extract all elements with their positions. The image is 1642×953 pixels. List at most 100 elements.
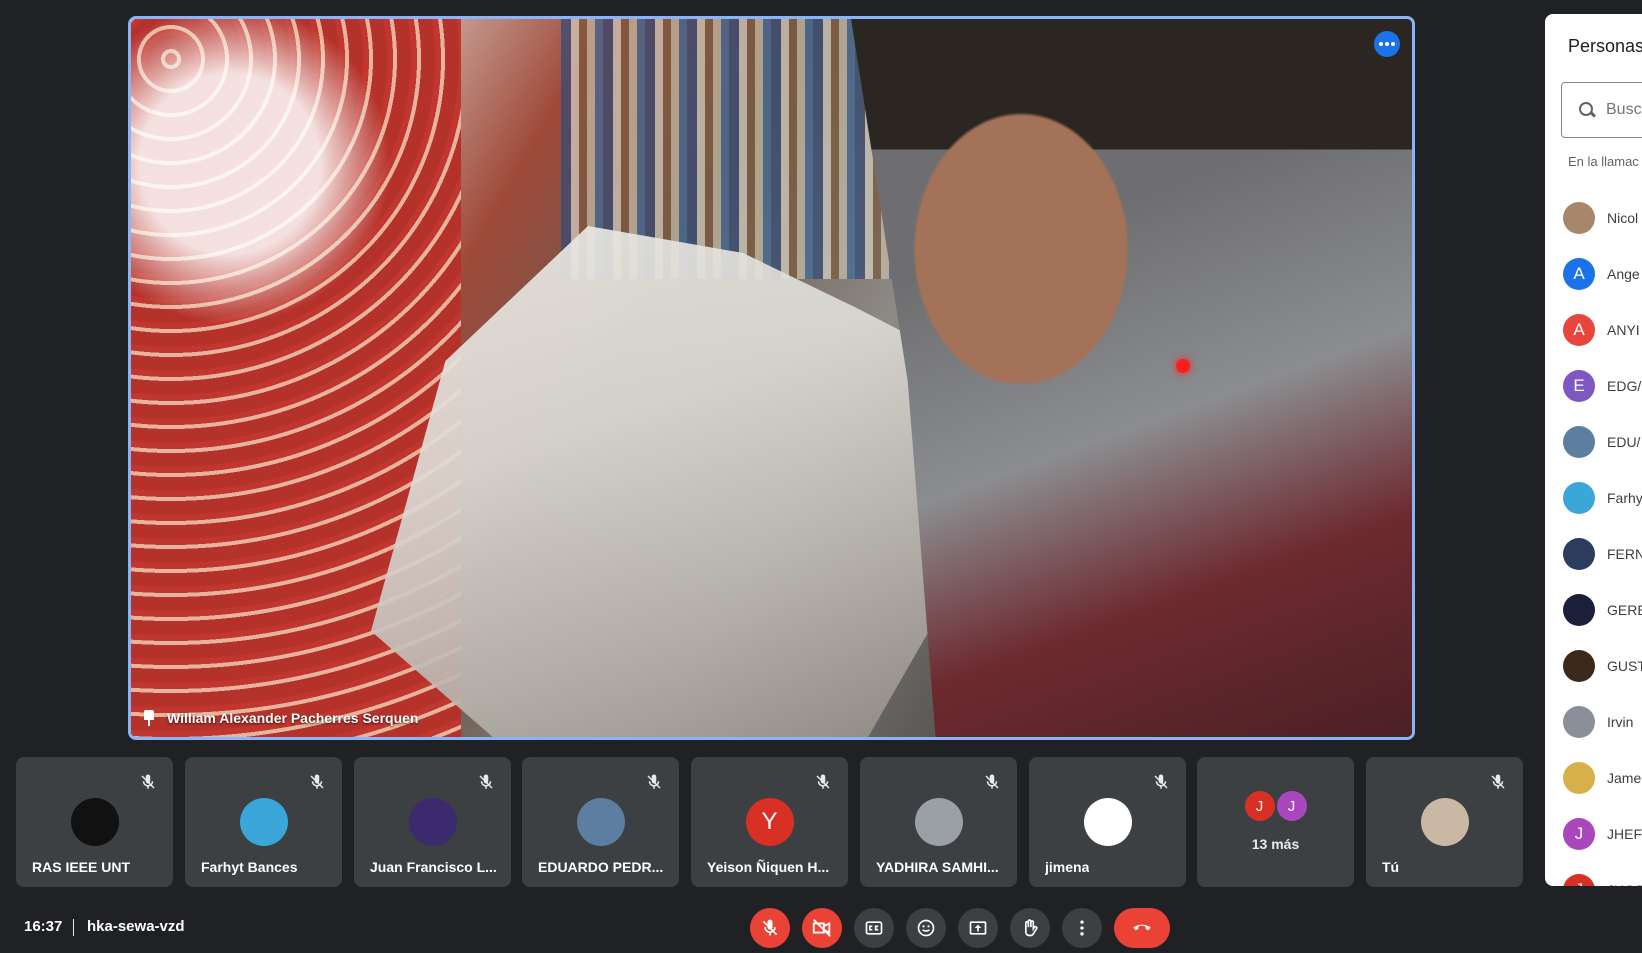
video-frame [131, 19, 1412, 737]
mic-muted-icon [310, 774, 324, 789]
more-vert-icon [1080, 920, 1084, 936]
present-icon [969, 921, 987, 935]
search-icon [1578, 101, 1596, 119]
people-search-box[interactable] [1561, 82, 1642, 138]
mic-off-button[interactable] [750, 908, 790, 948]
people-panel: Personas En la llamac Nicol A Ange A ANYI E ED… [1545, 14, 1642, 886]
people-list-item[interactable]: GUST [1563, 638, 1642, 694]
person-name: JHOS [1607, 882, 1642, 886]
participant-initial-avatar: J [1276, 791, 1307, 821]
person-photo-avatar [1563, 202, 1595, 234]
person-initial-avatar: E [1563, 370, 1595, 402]
people-list-item[interactable]: GERE [1563, 582, 1642, 638]
in-call-section-label: En la llamac [1568, 154, 1639, 169]
person-initial-avatar: A [1563, 314, 1595, 346]
people-list-item[interactable]: Jame [1563, 750, 1642, 806]
bottom-bar: 16:37 hka-sewa-vzd [0, 900, 1642, 953]
person-name: GERE [1607, 602, 1642, 618]
main-speaker-video[interactable]: William Alexander Pacherres Serquen [128, 16, 1415, 740]
participant-tile[interactable]: EDUARDO PEDR... [522, 757, 679, 887]
participant-name: Yeison Ñiquen H... [707, 859, 830, 875]
speaking-indicator-icon [1374, 31, 1400, 57]
people-list-item[interactable]: Farhy [1563, 470, 1642, 526]
participant-tile[interactable]: Y Yeison Ñiquen H... [691, 757, 848, 887]
participant-name: Farhyt Bances [201, 859, 298, 875]
more-participants-tile[interactable]: J J 13 más [1197, 757, 1354, 887]
present-screen-button[interactable] [958, 908, 998, 948]
participant-photo-avatar [1420, 798, 1469, 846]
person-photo-avatar [1563, 594, 1595, 626]
person-initial-avatar: J [1563, 818, 1595, 850]
participant-name: YADHIRA SAMHI... [876, 859, 999, 875]
person-name: FERN [1607, 546, 1642, 562]
camera-off-icon [812, 919, 831, 937]
person-name: EDG/ [1607, 378, 1642, 394]
mic-muted-icon [479, 774, 493, 789]
more-participants-count: 13 más [1251, 836, 1300, 852]
divider [73, 919, 74, 936]
emoji-icon [917, 919, 935, 937]
participant-photo-avatar [576, 798, 625, 846]
person-name: GUST [1607, 658, 1642, 674]
call-controls [750, 908, 1170, 948]
participant-tile[interactable]: Tú [1366, 757, 1523, 887]
person-photo-avatar [1563, 706, 1595, 738]
people-list-item[interactable]: J JHOS [1563, 862, 1642, 886]
captions-button[interactable] [854, 908, 894, 948]
person-name: Irvin [1607, 714, 1634, 730]
people-list-item[interactable]: E EDG/ [1563, 358, 1642, 414]
person-photo-avatar [1563, 538, 1595, 570]
person-photo-avatar [1563, 482, 1595, 514]
person-name: Ange [1607, 266, 1640, 282]
participant-name: jimena [1045, 859, 1090, 875]
person-name: EDU/ [1607, 434, 1641, 450]
participant-tile[interactable]: jimena [1029, 757, 1186, 887]
people-panel-title: Personas [1568, 36, 1642, 56]
people-list-item[interactable]: J JHEF [1563, 806, 1642, 862]
speaker-name: William Alexander Pacherres Serquen [167, 710, 419, 726]
leave-call-button[interactable] [1114, 908, 1170, 948]
mic-muted-icon [1491, 774, 1505, 789]
mic-off-icon [762, 919, 778, 936]
participant-photo-avatar [914, 798, 963, 846]
participant-tile[interactable]: YADHIRA SAMHI... [860, 757, 1017, 887]
people-list-item[interactable]: Nicol [1563, 190, 1642, 246]
participant-tile[interactable]: Juan Francisco L... [354, 757, 511, 887]
person-name: Farhy [1607, 490, 1642, 506]
participant-name: Juan Francisco L... [370, 859, 497, 875]
speaker-name-tag: William Alexander Pacherres Serquen [141, 709, 418, 727]
mic-muted-icon [1154, 774, 1168, 789]
people-list: Nicol A Ange A ANYI E EDG/EDU/Farhy FERN GERE GUS… [1563, 190, 1642, 886]
clock: 16:37 [24, 918, 63, 935]
participant-photo-avatar [1083, 798, 1132, 846]
people-list-item[interactable]: FERN [1563, 526, 1642, 582]
people-list-item[interactable]: Irvin [1563, 694, 1642, 750]
participant-tile[interactable]: RAS IEEE UNT [16, 757, 173, 887]
hand-icon [1025, 919, 1038, 937]
person-photo-avatar [1563, 650, 1595, 682]
reactions-button[interactable] [906, 908, 946, 948]
raise-hand-button[interactable] [1010, 908, 1050, 948]
participant-photo-avatar [70, 798, 119, 846]
participant-name: EDUARDO PEDR... [538, 859, 664, 875]
camera-off-button[interactable] [802, 908, 842, 948]
person-initial-avatar: J [1563, 874, 1595, 886]
participant-name: Tú [1382, 859, 1400, 875]
pin-icon[interactable] [141, 709, 157, 727]
more-options-button[interactable] [1062, 908, 1102, 948]
participant-tile[interactable]: Farhyt Bances [185, 757, 342, 887]
person-photo-avatar [1563, 762, 1595, 794]
person-name: ANYI [1607, 322, 1640, 338]
participant-initial-avatar: Y [745, 798, 794, 846]
people-list-item[interactable]: A Ange [1563, 246, 1642, 302]
people-list-item[interactable]: EDU/ [1563, 414, 1642, 470]
participant-photo-avatar [239, 798, 288, 846]
person-name: JHEF [1607, 826, 1642, 842]
people-search-input[interactable] [1606, 101, 1642, 119]
meeting-code: hka-sewa-vzd [87, 918, 185, 935]
mic-muted-icon [647, 774, 661, 789]
video-speaker-person [851, 19, 1412, 737]
participant-photo-avatar [408, 798, 457, 846]
people-list-item[interactable]: A ANYI [1563, 302, 1642, 358]
captions-icon [865, 921, 883, 935]
